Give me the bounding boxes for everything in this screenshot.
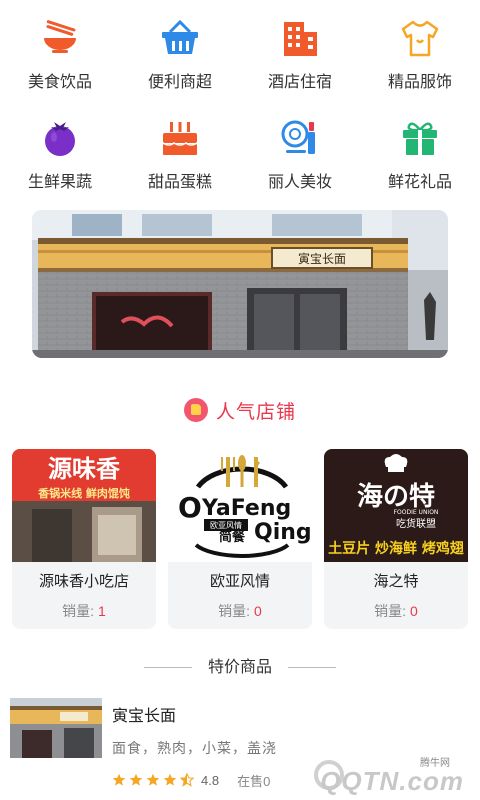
star-half-icon (180, 773, 194, 787)
category-beauty[interactable]: 丽人美妆 (240, 100, 360, 200)
bowl-chopsticks-icon (44, 20, 76, 53)
hot-shops-title: 人气店铺 (215, 401, 296, 423)
shop-card[interactable]: O YaFeng 欧亚风情 Qing 简餐 欧亚风情 销量: 0 (168, 449, 312, 629)
shop-logo-sub: 吃货联盟 (396, 517, 436, 530)
category-grid: 美食饮品 便利商超 酒店住宿 精品服饰 生鲜果蔬 甜品蛋糕 丽人美妆 鲜花礼品 (0, 0, 480, 200)
hot-shops-heading: 人气店铺 (0, 392, 480, 428)
category-hotel[interactable]: 酒店住宿 (240, 0, 360, 100)
shop-sign-sub: 香锅米线 鲜肉馄饨 (37, 486, 130, 500)
shop-name: 源味香小吃店 (38, 573, 129, 590)
divider (288, 667, 336, 668)
product-tags: 面食，熟肉，小菜，盖浇 (112, 740, 277, 756)
shop-sales: 销量: 1 (62, 603, 106, 619)
category-label: 便利商超 (147, 74, 212, 91)
category-label: 酒店住宿 (267, 74, 332, 91)
gift-box-icon (403, 122, 437, 155)
star-full-icon (163, 773, 177, 786)
svg-text:O: O (178, 491, 202, 524)
shop-logo-image: 海の特 FOODIE UNION 吃货联盟 土豆片 炒海鲜 烤鸡翅 (324, 449, 468, 562)
eggplant-icon (45, 122, 75, 156)
category-clothing[interactable]: 精品服饰 (360, 0, 480, 100)
category-food-drink[interactable]: 美食饮品 (0, 0, 120, 100)
shop-name: 海之特 (373, 573, 419, 590)
tshirt-icon (401, 20, 439, 57)
shop-sales-count: 0 (254, 603, 262, 619)
category-flowers-gifts[interactable]: 鲜花礼品 (360, 100, 480, 200)
shop-card[interactable]: 源味香 香锅米线 鲜肉馄饨 源味香小吃店 销量: 1 (12, 449, 156, 629)
thumbs-up-icon (183, 398, 208, 422)
shop-sales: 销量: 0 (218, 603, 262, 619)
category-label: 丽人美妆 (267, 174, 332, 191)
shop-logo-word-a: YaFeng (201, 496, 291, 521)
shop-logo-image: O YaFeng 欧亚风情 Qing 简餐 (168, 449, 312, 562)
category-convenience-store[interactable]: 便利商超 (120, 0, 240, 100)
shop-logo-tag1: 欧亚风情 (210, 520, 242, 530)
shop-logo-word-b: Qing (254, 520, 312, 545)
star-full-icon (146, 773, 160, 786)
category-dessert-cake[interactable]: 甜品蛋糕 (120, 100, 240, 200)
product-thumbnail (10, 698, 102, 758)
shop-logo-en: FOODIE UNION (394, 509, 439, 516)
shopping-basket-icon (162, 19, 198, 54)
shop-logo-main: 海の特 (357, 481, 435, 512)
category-fresh-produce[interactable]: 生鲜果蔬 (0, 100, 120, 200)
category-label: 甜品蛋糕 (147, 174, 212, 191)
product-on-sale: 在售0 (237, 773, 271, 789)
product-score: 4.8 (201, 772, 220, 788)
compact-mirror-icon (281, 120, 315, 154)
promo-banner[interactable]: 寅宝长面 (32, 210, 448, 358)
star-full-icon (112, 773, 126, 786)
product-rating: 4.8 在售0 (112, 770, 270, 790)
shop-sign-main: 源味香 (48, 454, 121, 483)
special-deals-heading: 特价商品 (0, 656, 480, 680)
shop-card[interactable]: 海の特 FOODIE UNION 吃货联盟 土豆片 炒海鲜 烤鸡翅 海之特 销量… (324, 449, 468, 629)
category-label: 精品服饰 (387, 74, 452, 91)
shop-name: 欧亚风情 (209, 573, 270, 590)
shop-image: 源味香 香锅米线 鲜肉馄饨 (12, 449, 156, 562)
category-label: 鲜花礼品 (387, 174, 452, 191)
divider (144, 667, 192, 668)
product-name: 寅宝长面 (112, 708, 177, 725)
special-deals-title: 特价商品 (207, 659, 272, 676)
cake-icon (162, 122, 198, 155)
shop-sales-count: 1 (98, 603, 106, 619)
category-label: 美食饮品 (27, 74, 92, 91)
hotel-building-icon (284, 22, 317, 56)
banner-storefront-image: 寅宝长面 (32, 210, 448, 358)
shop-sales: 销量: 0 (374, 603, 418, 619)
shop-logo-tag2: 简餐 (219, 529, 246, 545)
shop-sales-count: 0 (410, 603, 418, 619)
shop-logo-bottom: 土豆片 炒海鲜 烤鸡翅 (328, 540, 464, 557)
watermark-big: QQTN.com (320, 766, 464, 796)
category-label: 生鲜果蔬 (27, 174, 92, 191)
banner-sign-text: 寅宝长面 (298, 251, 346, 266)
site-watermark: 腾牛网 QQTN.com (298, 752, 468, 796)
star-full-icon (129, 773, 143, 786)
